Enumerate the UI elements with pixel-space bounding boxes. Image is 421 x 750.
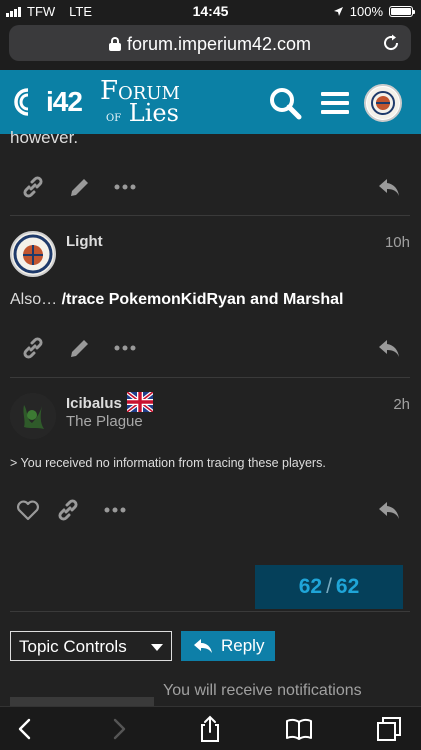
post-body-command: /trace PokemonKidRyan and Marshal [61, 291, 344, 308]
hamburger-icon[interactable] [320, 88, 350, 118]
user-avatar[interactable] [364, 84, 402, 122]
bookmarks-icon[interactable] [285, 715, 313, 743]
lock-icon [108, 37, 121, 51]
address-bar[interactable]: forum.imperium42.com [9, 25, 411, 61]
forum-of-lies-logo[interactable]: Forum of Lies [100, 78, 180, 128]
site-header: i42 Forum of Lies [0, 70, 421, 134]
logo-line-of: of [106, 109, 122, 125]
reply-button-label: Reply [221, 636, 265, 655]
avatar[interactable] [10, 231, 56, 277]
logo-line-lies: Lies [128, 99, 179, 127]
notification-text: You will receive notifications [163, 682, 362, 699]
post-body: > You received no information from traci… [10, 456, 326, 470]
topic-controls-label: Topic Controls [19, 637, 127, 656]
back-icon[interactable] [12, 715, 40, 743]
link-icon[interactable] [20, 335, 46, 361]
post-username[interactable]: Light [66, 233, 103, 250]
pencil-icon[interactable] [67, 335, 93, 361]
swirl-logo-icon [14, 88, 29, 116]
topic-progress[interactable]: 62/62 [255, 565, 403, 609]
post-actions [0, 174, 421, 204]
user-title: The Plague [66, 413, 143, 430]
post-username[interactable]: Icibalus [66, 395, 122, 412]
battery-icon [389, 6, 415, 17]
link-icon[interactable] [20, 174, 46, 200]
post-divider [10, 377, 410, 378]
reply-button[interactable]: Reply [181, 631, 275, 661]
ios-status-bar: TFW LTE 14:45 100% [0, 0, 421, 22]
forward-icon[interactable] [104, 715, 132, 743]
post-time[interactable]: 2h [393, 396, 410, 413]
browser-address-area: forum.imperium42.com [0, 22, 421, 70]
post-actions [0, 335, 421, 365]
progress-total: 62 [335, 575, 360, 598]
location-arrow-icon [333, 7, 343, 16]
topic-controls-select[interactable]: Topic Controls [10, 631, 172, 661]
avatar[interactable] [10, 393, 56, 439]
battery-percent: 100% [349, 4, 383, 19]
progress-current: 62 [298, 575, 323, 598]
chevron-down-icon [151, 644, 163, 651]
reload-icon[interactable] [381, 33, 401, 53]
tabs-icon[interactable] [375, 715, 403, 743]
reply-icon [194, 639, 212, 653]
post-time[interactable]: 10h [385, 234, 410, 251]
reply-icon[interactable] [376, 497, 402, 523]
post-divider [10, 215, 410, 216]
more-icon[interactable] [112, 174, 138, 200]
i42-logo[interactable]: i42 [12, 84, 83, 120]
link-icon[interactable] [55, 497, 81, 523]
share-icon[interactable] [196, 715, 224, 743]
post-body: Also… /trace PokemonKidRyan and Marshal [10, 291, 343, 309]
pencil-icon[interactable] [67, 174, 93, 200]
post-body-text: Also… [10, 291, 62, 308]
post-actions [0, 497, 421, 527]
reply-icon[interactable] [376, 174, 402, 200]
url-text: forum.imperium42.com [126, 34, 312, 54]
more-icon[interactable] [102, 497, 128, 523]
uk-flag-icon [127, 392, 153, 412]
more-icon[interactable] [112, 335, 138, 361]
search-icon[interactable] [268, 86, 302, 120]
footer-divider [10, 611, 410, 612]
reply-icon[interactable] [376, 335, 402, 361]
post-text-fragment: however. [10, 128, 79, 147]
heart-icon[interactable] [15, 497, 41, 523]
logo-text: i42 [46, 86, 83, 117]
browser-toolbar [0, 706, 421, 750]
progress-separator: / [326, 575, 332, 598]
